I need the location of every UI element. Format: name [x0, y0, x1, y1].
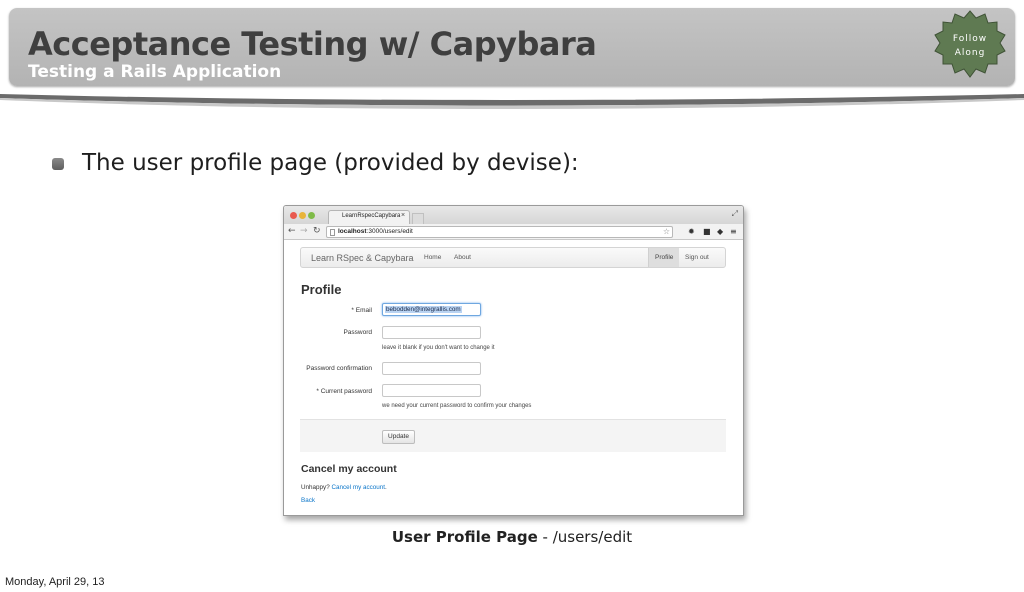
email-label: * Email: [351, 307, 372, 314]
fullscreen-icon[interactable]: ⤢: [732, 209, 738, 219]
caption-bold: User Profile Page: [391, 528, 538, 546]
extension-icon[interactable]: ■: [703, 226, 711, 237]
header-banner: Acceptance Testing w/ Capybara Testing a…: [9, 8, 1015, 86]
page-icon: [330, 229, 335, 236]
password-confirmation-label: Password confirmation: [306, 365, 372, 372]
email-value: bebodden@integrallis.com: [385, 306, 462, 313]
unhappy-prefix: Unhappy?: [301, 484, 330, 491]
minimize-window-icon[interactable]: [299, 212, 306, 219]
cancel-account-text: Unhappy? Cancel my account.: [301, 484, 387, 491]
browser-screenshot: LearnRspecCapybara × ⤢ ← → ↻ localhost:3…: [283, 205, 744, 516]
password-hint: leave it blank if you don't want to chan…: [382, 345, 495, 351]
bullet-text: The user profile page (provided by devis…: [82, 150, 579, 176]
header-swoosh: [0, 94, 1024, 109]
address-bar[interactable]: localhost:3000/users/edit ☆: [326, 226, 673, 238]
slide: Acceptance Testing w/ Capybara Testing a…: [0, 0, 1024, 592]
back-icon[interactable]: ←: [288, 226, 296, 237]
browser-tab[interactable]: LearnRspecCapybara ×: [328, 210, 410, 224]
new-tab-button[interactable]: [412, 213, 424, 224]
address-url: localhost:3000/users/edit: [338, 228, 413, 235]
nav-profile[interactable]: Profile: [648, 248, 680, 267]
current-password-hint: we need your current password to confirm…: [382, 403, 532, 409]
bullet-marker: [52, 158, 64, 170]
reload-icon[interactable]: ↻: [313, 226, 321, 237]
password-label: Password: [343, 329, 372, 336]
site-brand[interactable]: Learn RSpec & Capybara: [311, 253, 414, 263]
nav-sign-out[interactable]: Sign out: [685, 254, 709, 261]
form-actions: Update: [300, 419, 726, 452]
share-icon[interactable]: ◆: [717, 226, 723, 237]
profile-heading: Profile: [301, 282, 342, 297]
current-password-label: * Current password: [316, 388, 372, 395]
figure-caption: User Profile Page - /users/edit: [0, 528, 1024, 546]
current-password-field[interactable]: [382, 384, 481, 397]
caption-rest: - /users/edit: [537, 528, 633, 546]
slide-title: Acceptance Testing w/ Capybara: [28, 25, 597, 63]
password-confirmation-field[interactable]: [382, 362, 481, 375]
gear-icon[interactable]: ✹: [688, 226, 695, 237]
browser-tabstrip: LearnRspecCapybara × ⤢: [284, 206, 743, 224]
follow-along-label: Follow Along: [934, 32, 1006, 60]
email-field[interactable]: bebodden@integrallis.com: [382, 303, 481, 316]
site-navbar: Learn RSpec & Capybara Home About Profil…: [300, 247, 726, 268]
back-link[interactable]: Back: [301, 497, 315, 504]
close-window-icon[interactable]: [290, 212, 297, 219]
browser-toolbar: ← → ↻ localhost:3000/users/edit ☆ ✹ ■ ◆ …: [284, 224, 743, 240]
url-host: localhost: [338, 228, 367, 235]
unhappy-suffix: .: [385, 484, 387, 491]
update-button[interactable]: Update: [382, 430, 415, 444]
star-icon[interactable]: ☆: [663, 227, 670, 236]
cancel-account-heading: Cancel my account: [301, 463, 397, 475]
tab-close-icon[interactable]: ×: [401, 212, 405, 219]
footer-date: Monday, April 29, 13: [5, 576, 105, 588]
menu-icon[interactable]: ≡: [730, 226, 737, 237]
nav-about[interactable]: About: [454, 254, 471, 261]
password-field[interactable]: [382, 326, 481, 339]
zoom-window-icon[interactable]: [308, 212, 315, 219]
url-path: :3000/users/edit: [366, 228, 413, 235]
badge-line1: Follow: [952, 34, 988, 44]
nav-home[interactable]: Home: [424, 254, 441, 261]
forward-icon[interactable]: →: [300, 226, 308, 237]
badge-line2: Along: [954, 48, 986, 58]
cancel-account-link[interactable]: Cancel my account: [331, 484, 385, 491]
slide-subtitle: Testing a Rails Application: [28, 62, 282, 82]
tab-title: LearnRspecCapybara: [342, 213, 401, 219]
